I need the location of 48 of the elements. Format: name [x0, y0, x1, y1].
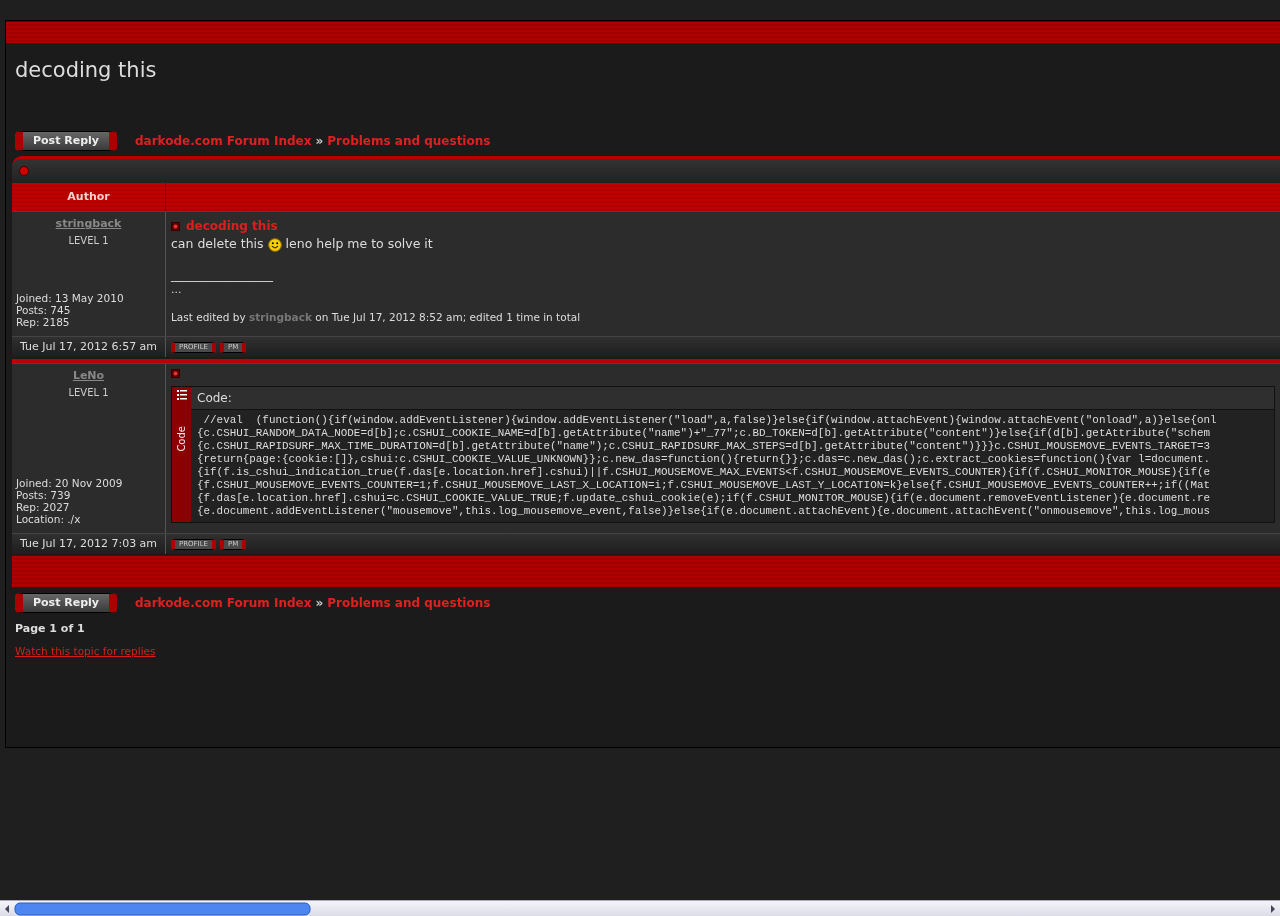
profile-detail: Joined: 20 Nov 2009	[16, 477, 124, 490]
code-side-label: Code	[175, 426, 188, 452]
code-line: {if(f.is_cshui_indication_true(f.das[e.location.href].cshui)||f.CSHUI_MOUSEMOVE_MAX_EVENTS<f.CSHUI_MOUSEMOVE_EVENTS_COUNTER){if(f.CSHUI_MONITOR_MOUSE){if(e	[197, 466, 1211, 480]
profile-detail: Posts: 745	[16, 304, 72, 317]
post-text: can delete this	[171, 235, 264, 254]
post-icon	[171, 221, 180, 231]
edit-user-link[interactable]: stringback	[249, 311, 312, 324]
author-link[interactable]: stringback	[16, 216, 161, 233]
smiley-icon	[267, 237, 282, 252]
author-link[interactable]: LeNo	[16, 368, 161, 385]
user-rank: LEVEL 1	[67, 233, 110, 248]
code-line: {e.document.addEventListener("mousemove",this.log_mousemove_event,false)}else{if(e.document.attachEvent){e.document.attachEvent("onmousemove",this.log_mous	[197, 505, 1211, 519]
post-icon	[171, 369, 180, 379]
profile-detail: Posts: 739	[16, 489, 72, 502]
breadcrumb-link[interactable]: Problems and questions	[327, 132, 491, 151]
horizontal-scrollbar[interactable]	[0, 900, 1280, 916]
post-date: Tue Jul 17, 2012 6:57 am	[12, 337, 166, 358]
profile-detail: Location: ./x	[16, 513, 82, 526]
profile-detail: Joined: 13 May 2010	[16, 292, 125, 305]
topic-title: decoding this	[15, 58, 158, 84]
column-header: Author	[12, 183, 166, 212]
breadcrumb-separator: »	[315, 133, 324, 151]
code-line: {c.CSHUI_RANDOM_DATA_NODE=d[b];c.CSHUI_COOKIE_NAME=d[b].getAttribute("name")+"_77";c.BD_TOKEN=d[b].getAttribute("content")}else{if(d[b].getAttribute("schem	[197, 427, 1211, 441]
post-reply-button[interactable]: Post Reply	[15, 131, 117, 152]
edit-note: Last edited by	[171, 311, 247, 324]
code-line: {f.CSHUI_MOUSEMOVE_EVENTS_COUNTER=1;f.CSHUI_MOUSEMOVE_LAST_X_LOCATION=i;f.CSHUI_MOUSEMOVE_LAST_Y_LOCATION=k}else{f.CSHUI_MOUSEMOVE_EVENTS_COUNTER++;if((Mat	[197, 479, 1211, 493]
profile-detail: Rep: 2027	[16, 501, 71, 514]
breadcrumb-link[interactable]: darkode.com Forum Index	[135, 594, 312, 613]
watch-topic-link[interactable]: Watch this topic for replies	[15, 643, 156, 660]
round-icon	[19, 166, 29, 177]
code-line: {return{page:{cookie:[]},cshui:c.CSHUI_COOKIE_VALUE_UNKNOWN}};c.new_das=function(){return{}};c.das=c.new_das();c.extract_cookies=function(){var l=document.	[197, 453, 1211, 467]
code-line: {f.das[e.location.href].cshui=c.CSHUI_COOKIE_VALUE_TRUE;f.update_cshui_cookie(e);if(f.CSHUI_MONITOR_MOUSE){if(e.document.removeEventListener){e.document.re	[197, 492, 1211, 506]
breadcrumb-link[interactable]: darkode.com Forum Index	[135, 132, 312, 151]
pagination-text: Page 1 of 1	[15, 621, 86, 638]
signature: ...	[171, 283, 182, 296]
code-line: {c.CSHUI_RAPIDSURF_MAX_TIME_DURATION=d[b].getAttribute("name");c.CSHUI_RAPIDSURF_MAX_STEPS=d[b].getAttribute("content")}}}c.CSHUI_MOUSEMOVE_EVENTS_TARGET=3	[197, 440, 1211, 454]
list-icon	[176, 390, 187, 401]
code-line: //eval (function(){if(window.addEventListener){window.addEventListener("load",a,false)}else{if(window.attachEvent){window.attachEvent("onload",a)}else{onl	[202, 414, 1218, 428]
post-text: leno help me to solve it	[285, 235, 433, 254]
profile-detail: Rep: 2185	[16, 316, 71, 329]
signature-rule: _________________	[171, 267, 274, 282]
breadcrumb-separator: »	[315, 595, 324, 613]
edit-note: on Tue Jul 17, 2012 8:52 am; edited 1 time in total	[314, 311, 581, 324]
user-rank: LEVEL 1	[67, 385, 110, 400]
post-subject: decoding this	[186, 218, 278, 236]
post-reply-button[interactable]: Post Reply	[15, 593, 117, 614]
breadcrumb-link[interactable]: Problems and questions	[327, 594, 491, 613]
post-date: Tue Jul 17, 2012 7:03 am	[12, 534, 166, 555]
